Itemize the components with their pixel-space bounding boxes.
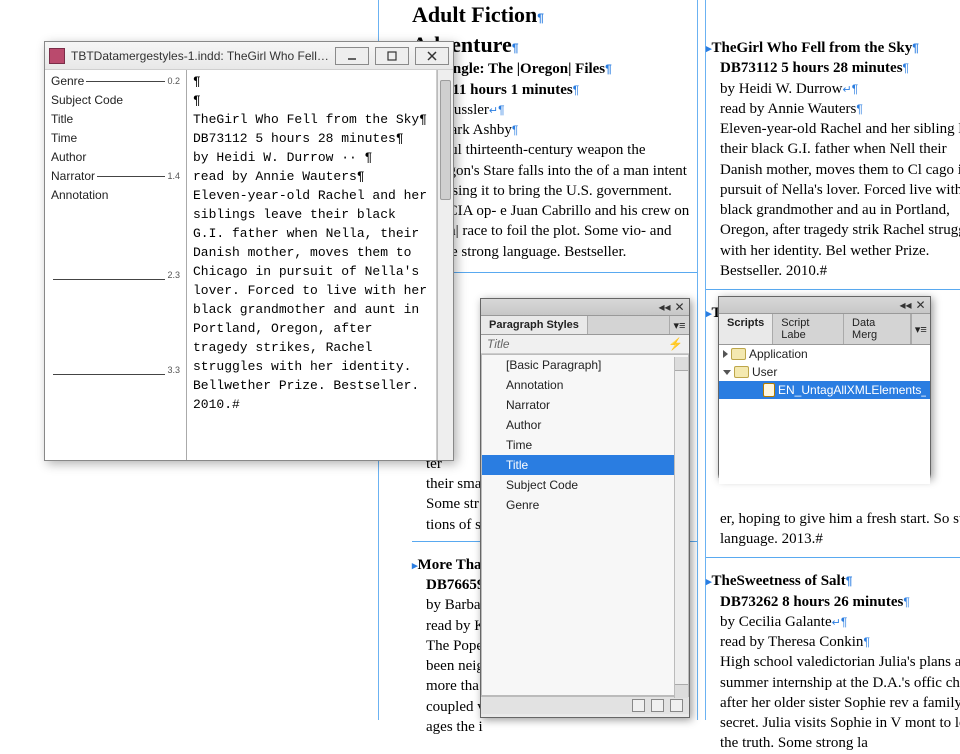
delete-style-icon[interactable] [670, 699, 683, 712]
story-editor-title: TBTDatamergestyles-1.indd: TheGirl Who F… [71, 49, 329, 63]
style-title[interactable]: Title [482, 455, 688, 475]
panel-menu-icon[interactable]: ▾≡ [669, 316, 689, 334]
style-annotation[interactable]: Annotation [482, 375, 688, 395]
folder-icon [734, 366, 749, 378]
style-name-column: Genre0.2 Subject Code Title Time Author … [45, 70, 187, 460]
style-narrator[interactable]: Narrator [482, 395, 688, 415]
style-basic-paragraph[interactable]: [Basic Paragraph] [482, 355, 688, 375]
maximize-button[interactable] [375, 47, 409, 65]
story-text-column[interactable]: ¶ ¶ TheGirl Who Fell from the Sky¶ DB731… [187, 70, 437, 460]
minimize-button[interactable] [335, 47, 369, 65]
tree-user[interactable]: User [719, 363, 930, 381]
style-author[interactable]: Author [482, 415, 688, 435]
panel-close-icon[interactable]: ✕ [915, 300, 926, 311]
panel-collapse-icon[interactable]: ◂◂ [659, 302, 670, 313]
style-time[interactable]: Time [482, 435, 688, 455]
story-editor-titlebar[interactable]: TBTDatamergestyles-1.indd: TheGirl Who F… [45, 42, 453, 70]
app-icon [49, 48, 65, 64]
panel-menu-icon[interactable]: ▾≡ [911, 314, 930, 344]
scripts-tree[interactable]: Application User EN_UntagAllXMLElements_… [719, 345, 930, 484]
style-genre[interactable]: Genre [482, 495, 688, 515]
panel-close-icon[interactable]: ✕ [674, 302, 685, 313]
storyR1-annotation: Eleven-year-old Rachel and her sibling l… [720, 119, 960, 281]
current-style-label: Title [487, 337, 510, 351]
folder-icon [731, 348, 746, 360]
story1-code: 147 11 hours 1 minutes¶ [426, 80, 697, 100]
story-scrollbar[interactable] [437, 70, 453, 460]
tree-application[interactable]: Application [719, 345, 930, 363]
storyR1-title: ▸TheGirl Who Fell from the Sky¶ [706, 38, 960, 58]
panel-scrollbar[interactable] [674, 357, 688, 698]
disclosure-triangle-icon[interactable] [723, 350, 728, 358]
tab-paragraph-styles[interactable]: Paragraph Styles [481, 316, 588, 334]
new-group-icon[interactable] [632, 699, 645, 712]
style-subject-code[interactable]: Subject Code [482, 475, 688, 495]
tab-script-label[interactable]: Script Labe [773, 314, 844, 344]
clear-override-icon[interactable]: ⚡ [668, 337, 683, 351]
paragraph-styles-list[interactable]: [Basic Paragraph] Annotation Narrator Au… [481, 354, 689, 696]
new-style-icon[interactable] [651, 699, 664, 712]
script-icon [763, 383, 775, 397]
subgenre-heading: Adventure¶ [412, 30, 697, 60]
tab-data-merge[interactable]: Data Merg [844, 314, 911, 344]
story1-narrator: y Mark Ashby¶ [426, 120, 697, 140]
panel-collapse-icon[interactable]: ◂◂ [900, 300, 911, 311]
paragraph-styles-panel[interactable]: ◂◂ ✕ Paragraph Styles ▾≡ Title ⚡ [Basic … [480, 298, 690, 718]
story1-author: ve Cussler↵¶ [426, 100, 697, 120]
storyR3-title: ▸TheSweetness of Salt¶ [706, 571, 960, 591]
story1-title: TheJungle: The |Oregon| Files¶ [412, 59, 697, 79]
story-editor-window[interactable]: TBTDatamergestyles-1.indd: TheGirl Who F… [44, 41, 454, 461]
scripts-panel[interactable]: ◂◂ ✕ Scripts Script Labe Data Merg ▾≡ Ap… [718, 296, 931, 478]
genre-heading: Adult Fiction¶ [412, 0, 697, 30]
tab-scripts[interactable]: Scripts [719, 314, 773, 344]
close-button[interactable] [415, 47, 449, 65]
story1-annotation: verful thirteenth-century weapon the Dra… [426, 140, 697, 262]
disclosure-triangle-icon[interactable] [723, 370, 731, 375]
tree-script-item[interactable]: EN_UntagAllXMLElements_ACTI [719, 381, 930, 399]
